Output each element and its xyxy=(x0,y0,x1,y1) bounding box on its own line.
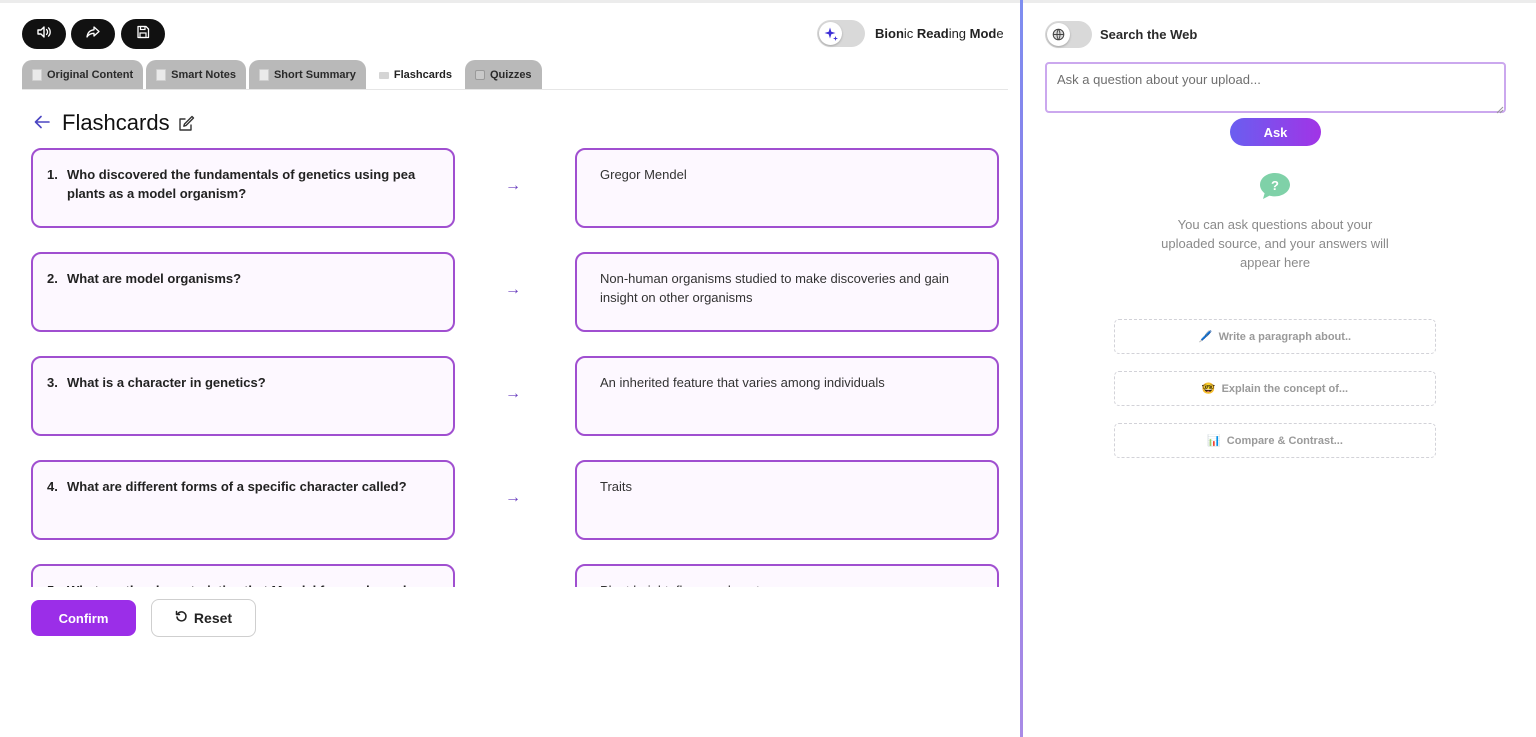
question-label: What are the characteristics that Mendel… xyxy=(67,581,426,587)
tab-original-content[interactable]: Original Content xyxy=(22,60,144,90)
search-web-toggle[interactable] xyxy=(1045,21,1092,48)
bionic-reading-label: Bionic Reading Mode xyxy=(875,26,1004,41)
flashcard-answer[interactable]: Non-human organisms studied to make disc… xyxy=(575,252,999,332)
globe-icon xyxy=(1047,23,1070,46)
tab-underline xyxy=(22,89,1008,90)
empty-state-text: You can ask questions about your uploade… xyxy=(1161,217,1389,270)
answer-text: Plant height, flower color, etc xyxy=(600,581,967,587)
card-number: 1. xyxy=(47,167,58,182)
reset-icon xyxy=(175,610,188,626)
share-icon xyxy=(85,24,101,45)
bar-chart-icon: 📊 xyxy=(1207,435,1221,447)
question-text: 1. Who discovered the fundamentals of gen… xyxy=(47,165,429,203)
save-icon xyxy=(135,24,151,45)
bionic-reading-toggle[interactable] xyxy=(817,20,865,47)
edit-icon[interactable] xyxy=(178,115,195,132)
ask-question-input[interactable] xyxy=(1045,62,1506,113)
bionic-label-part: Mod xyxy=(969,26,997,41)
tab-quizzes[interactable]: Quizzes xyxy=(464,60,542,90)
confirm-button[interactable]: Confirm xyxy=(31,600,136,636)
tab-flashcards[interactable]: Flashcards xyxy=(368,60,462,90)
reset-button[interactable]: Reset xyxy=(151,599,256,637)
pen-icon: 🖊️ xyxy=(1198,331,1213,343)
bionic-reading-toggle-group: Bionic Reading Mode xyxy=(817,20,1004,47)
suggestion-write-paragraph[interactable]: 🖊️ Write a paragraph about.. xyxy=(1114,319,1436,354)
bionic-label-part: ing xyxy=(948,26,970,41)
tab-label: Original Content xyxy=(47,69,134,81)
question-text: 2. What are model organisms? xyxy=(47,269,429,288)
bionic-label-part: Read xyxy=(916,26,949,41)
arrow-right-icon: → xyxy=(505,489,521,506)
answer-text: Gregor Mendel xyxy=(600,167,687,182)
flashcard-question[interactable]: 2. What are model organisms? xyxy=(31,252,455,332)
answer-text: An inherited feature that varies among i… xyxy=(600,375,885,390)
save-button[interactable] xyxy=(121,19,165,49)
flashcard-question[interactable]: 4. What are different forms of a specific… xyxy=(31,460,455,540)
question-label: What are different forms of a specific c… xyxy=(67,479,407,494)
suggestion-label: Compare & Contrast... xyxy=(1226,434,1343,447)
flashcard-question[interactable]: 3. What is a character in genetics? xyxy=(31,356,455,436)
listen-button[interactable] xyxy=(22,19,66,49)
back-arrow-icon[interactable] xyxy=(34,113,50,133)
quiz-icon xyxy=(474,70,485,80)
ask-button[interactable]: Ask xyxy=(1230,118,1321,146)
question-text: 4. What are different forms of a specific… xyxy=(47,477,429,496)
flashcard-answer[interactable]: An inherited feature that varies among i… xyxy=(575,356,999,436)
suggestion-label: Explain the concept of... xyxy=(1221,382,1349,395)
resize-handle-icon[interactable] xyxy=(1496,101,1504,114)
tab-label: Short Summary xyxy=(273,69,356,81)
svg-text:?: ? xyxy=(1271,178,1279,193)
chat-pane: Search the Web Ask ? You can ask questio… xyxy=(1023,0,1536,737)
question-text: 5.What are the characteristics that Mend… xyxy=(47,581,429,587)
flashcard-answer[interactable]: Gregor Mendel xyxy=(575,148,999,228)
suggestion-explain-concept[interactable]: 🤓 Explain the concept of... xyxy=(1114,371,1436,406)
question-bubble-icon: ? xyxy=(1258,171,1292,206)
search-web-label: Search the Web xyxy=(1100,27,1198,42)
bionic-label-part: ic xyxy=(903,26,917,41)
sparkle-icon xyxy=(819,22,842,45)
question-text: 3. What is a character in genetics? xyxy=(47,373,429,392)
tab-bar: Original Content Smart Notes Short Summa… xyxy=(22,60,542,90)
speaker-icon xyxy=(36,24,52,45)
card-number: 3. xyxy=(47,375,58,390)
answer-text: Traits xyxy=(600,479,633,494)
card-icon xyxy=(378,71,389,79)
nerd-face-icon: 🤓 xyxy=(1201,383,1216,395)
card-number: 2. xyxy=(47,271,58,286)
notepad-icon xyxy=(156,69,167,81)
document-icon xyxy=(32,69,42,81)
arrow-right-icon: → xyxy=(505,385,521,402)
tab-label: Quizzes xyxy=(489,69,532,81)
flashcard-answer[interactable]: Plant height, flower color, etc xyxy=(575,564,999,587)
arrow-right-icon: → xyxy=(505,281,521,298)
page-title: Flashcards xyxy=(62,110,170,135)
page-header: Flashcards xyxy=(34,110,195,136)
flashcard-answer[interactable]: Traits xyxy=(575,460,999,540)
search-web-toggle-group: Search the Web xyxy=(1045,21,1197,48)
flashcard-question[interactable]: 1. Who discovered the fundamentals of gen… xyxy=(31,148,455,228)
tab-label: Smart Notes xyxy=(171,69,236,81)
tab-label: Flashcards xyxy=(393,69,452,81)
suggestion-compare-contrast[interactable]: 📊 Compare & Contrast... xyxy=(1114,423,1436,458)
question-label: Who discovered the fundamentals of genet… xyxy=(67,167,416,201)
bionic-label-part: Bion xyxy=(875,26,904,41)
card-number: 4. xyxy=(47,479,58,494)
arrow-right-icon: → xyxy=(505,177,521,194)
share-button[interactable] xyxy=(71,19,115,49)
tab-smart-notes[interactable]: Smart Notes xyxy=(146,60,246,90)
card-number: 5. xyxy=(47,581,67,587)
question-label: What is a character in genetics? xyxy=(67,375,266,390)
question-label: What are model organisms? xyxy=(67,271,242,286)
tab-short-summary[interactable]: Short Summary xyxy=(248,60,366,90)
flashcard-question[interactable]: 5.What are the characteristics that Mend… xyxy=(31,564,455,587)
answer-text: Non-human organisms studied to make disc… xyxy=(600,271,950,305)
page-icon xyxy=(258,69,269,81)
suggestion-label: Write a paragraph about.. xyxy=(1218,330,1352,343)
content-pane: Bionic Reading Mode Original Content Sma… xyxy=(0,0,1020,737)
flashcard-list[interactable]: 1. Who discovered the fundamentals of gen… xyxy=(0,146,1010,587)
bionic-label-part: e xyxy=(996,26,1004,41)
reset-label: Reset xyxy=(193,610,233,626)
